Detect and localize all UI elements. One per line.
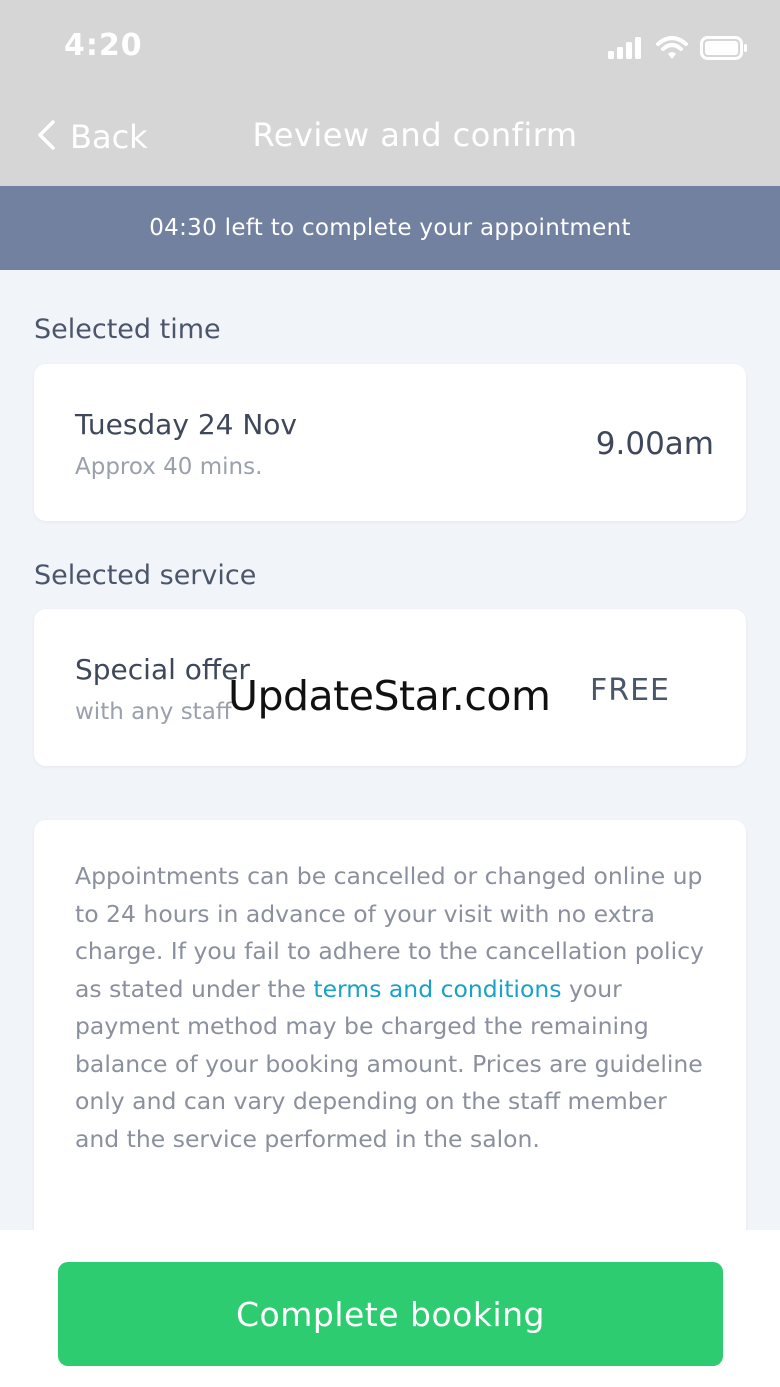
policy-card: Appointments can be cancelled or changed… [34, 820, 746, 1240]
appointment-date: Tuesday 24 Nov [75, 408, 297, 441]
app-header: 4:20 Back Review and confirm [0, 0, 780, 186]
appointment-time: 9.00am [595, 426, 714, 462]
selected-service-card: Special offer with any staff FREE [34, 609, 746, 766]
bottom-action-bar: Complete booking [0, 1230, 780, 1387]
appointment-duration: Approx 40 mins. [75, 454, 263, 480]
service-price: FREE [589, 673, 670, 708]
selected-time-card: Tuesday 24 Nov Approx 40 mins. 9.00am [34, 364, 746, 521]
selected-service-heading: Selected service [34, 560, 257, 591]
page-title: Review and confirm [252, 116, 578, 154]
terms-and-conditions-link[interactable]: terms and conditions [313, 975, 561, 1003]
battery-icon [700, 36, 748, 64]
countdown-banner: 04:30 left to complete your appointment [0, 186, 780, 270]
selected-time-heading: Selected time [34, 314, 221, 345]
status-time: 4:20 [64, 28, 143, 63]
policy-text: Appointments can be cancelled or changed… [75, 858, 715, 1158]
wifi-icon [656, 36, 688, 64]
service-staff: with any staff [75, 699, 232, 725]
status-icons [608, 36, 748, 64]
countdown-text: 04:30 left to complete your appointment [149, 215, 631, 241]
cellular-signal-icon [608, 37, 644, 63]
service-name: Special offer [75, 653, 250, 686]
complete-booking-button[interactable]: Complete booking [58, 1262, 723, 1366]
